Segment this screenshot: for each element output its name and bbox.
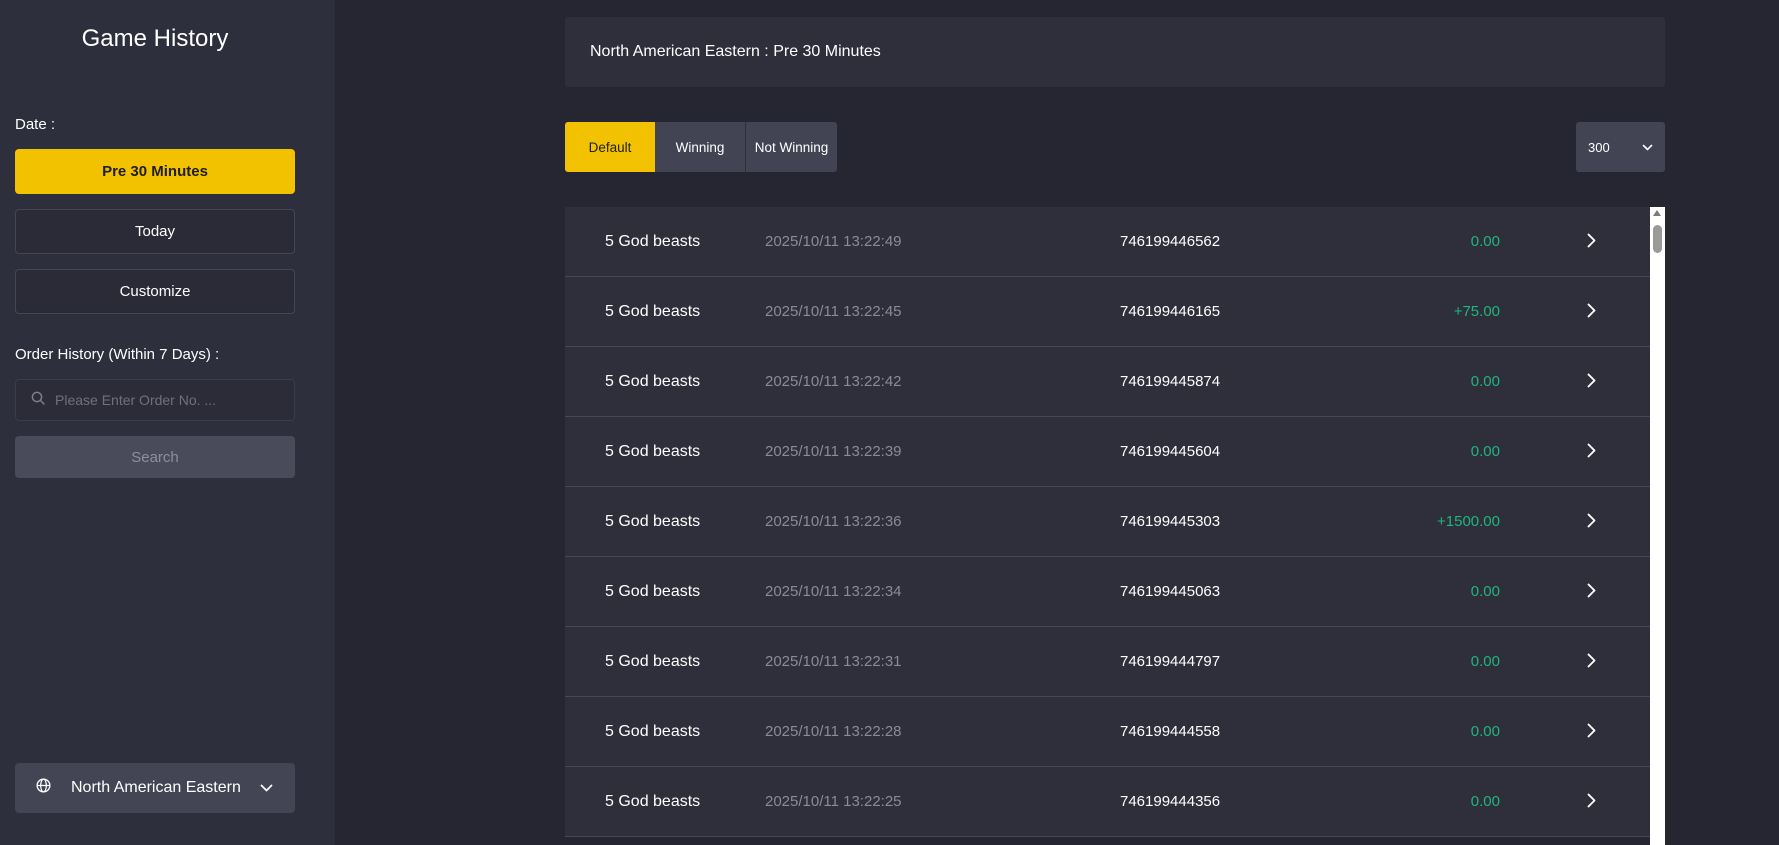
timezone-label: North American Eastern: [71, 779, 241, 796]
order-history-label: Order History (Within 7 Days) :: [15, 346, 220, 363]
win-amount: 0.00: [1470, 583, 1500, 600]
chevron-right-icon[interactable]: [1587, 513, 1596, 533]
order-number: 746199444797: [1120, 653, 1221, 670]
table-row[interactable]: 5 God beasts 2025/10/11 13:22:36 746199445…: [565, 487, 1650, 557]
search-icon: [31, 391, 45, 410]
date-label: Date :: [15, 116, 56, 133]
scroll-up-arrow-icon[interactable]: [1653, 210, 1661, 216]
game-name: 5 God beasts: [605, 303, 701, 320]
chevron-down-icon: [1642, 139, 1653, 154]
chevron-right-icon[interactable]: [1587, 373, 1596, 393]
order-number: 746199445063: [1120, 583, 1221, 600]
order-number: 746199446165: [1120, 303, 1221, 320]
result-filter-tabs: Default Winning Not Winning: [565, 122, 837, 172]
win-amount: 0.00: [1470, 653, 1500, 670]
bet-time: 2025/10/11 13:22:36: [765, 513, 902, 530]
bet-time: 2025/10/11 13:22:28: [765, 723, 902, 740]
game-name: 5 God beasts: [605, 373, 701, 390]
bet-time: 2025/10/11 13:22:49: [765, 233, 902, 250]
timezone-select[interactable]: North American Eastern: [15, 763, 295, 813]
table-row[interactable]: 5 God beasts 2025/10/11 13:22:42 746199445…: [565, 347, 1650, 417]
bet-time: 2025/10/11 13:22:42: [765, 373, 902, 390]
win-amount: 0.00: [1470, 373, 1500, 390]
bet-time: 2025/10/11 13:22:45: [765, 303, 902, 320]
order-number: 746199444558: [1120, 723, 1221, 740]
win-amount: 0.00: [1470, 233, 1500, 250]
chevron-right-icon[interactable]: [1587, 583, 1596, 603]
chevron-right-icon[interactable]: [1587, 303, 1596, 323]
chevron-right-icon[interactable]: [1587, 723, 1596, 743]
win-amount: +1500.00: [1437, 513, 1500, 530]
tab-default[interactable]: Default: [565, 122, 655, 172]
page-size-select[interactable]: 300: [1576, 122, 1665, 172]
order-search-input[interactable]: [55, 392, 294, 408]
chevron-right-icon[interactable]: [1587, 443, 1596, 463]
page-title: Game History: [81, 25, 229, 52]
timezone-range-banner: North American Eastern : Pre 30 Minutes: [565, 17, 1665, 87]
date-option-customize[interactable]: Customize: [15, 269, 295, 314]
sidebar: Game History Date : Pre 30 Minutes Today…: [0, 0, 335, 845]
tab-winning[interactable]: Winning: [655, 122, 746, 172]
win-amount: 0.00: [1470, 723, 1500, 740]
game-name: 5 God beasts: [605, 653, 701, 670]
bet-time: 2025/10/11 13:22:25: [765, 793, 902, 810]
page-size-value: 300: [1588, 139, 1610, 155]
order-number: 746199445874: [1120, 373, 1221, 390]
date-option-pre-30-minutes[interactable]: Pre 30 Minutes: [15, 149, 295, 194]
win-amount: 0.00: [1470, 443, 1500, 460]
date-option-today[interactable]: Today: [15, 209, 295, 254]
table-row[interactable]: 5 God beasts 2025/10/11 13:22:31 746199444…: [565, 627, 1650, 697]
bet-time: 2025/10/11 13:22:34: [765, 583, 902, 600]
win-amount: 0.00: [1470, 793, 1500, 810]
table-row[interactable]: 5 God beasts 2025/10/11 13:22:39 746199445…: [565, 417, 1650, 487]
chevron-right-icon[interactable]: [1587, 233, 1596, 253]
table-row[interactable]: 5 God beasts 2025/10/11 13:22:25 746199444…: [565, 767, 1650, 837]
game-name: 5 God beasts: [605, 513, 701, 530]
order-number: 746199444356: [1120, 793, 1221, 810]
order-number: 746199445604: [1120, 443, 1221, 460]
tab-not-winning[interactable]: Not Winning: [746, 122, 837, 172]
chevron-right-icon[interactable]: [1587, 653, 1596, 673]
chevron-right-icon[interactable]: [1587, 793, 1596, 813]
list-scrollbar[interactable]: [1650, 207, 1665, 845]
game-name: 5 God beasts: [605, 583, 701, 600]
bet-time: 2025/10/11 13:22:31: [765, 653, 902, 670]
order-number: 746199445303: [1120, 513, 1221, 530]
bet-time: 2025/10/11 13:22:39: [765, 443, 902, 460]
order-number: 746199446562: [1120, 233, 1221, 250]
order-search-field: [15, 379, 295, 421]
globe-icon: [36, 778, 51, 798]
game-record-list: 5 God beasts 2025/10/11 13:22:49 746199446…: [565, 207, 1650, 845]
table-row[interactable]: 5 God beasts 2025/10/11 13:22:28 746199444…: [565, 697, 1650, 767]
chevron-down-icon: [260, 779, 273, 797]
table-row[interactable]: 5 God beasts 2025/10/11 13:22:49 746199446…: [565, 207, 1650, 277]
win-amount: +75.00: [1453, 303, 1500, 320]
scroll-thumb[interactable]: [1653, 225, 1662, 253]
game-name: 5 God beasts: [605, 443, 701, 460]
game-name: 5 God beasts: [605, 233, 701, 250]
table-row[interactable]: 5 God beasts 2025/10/11 13:22:45 746199446…: [565, 277, 1650, 347]
table-row[interactable]: 5 God beasts 2025/10/11 13:22:34 746199445…: [565, 557, 1650, 627]
game-name: 5 God beasts: [605, 793, 701, 810]
search-button[interactable]: Search: [15, 436, 295, 478]
game-name: 5 God beasts: [605, 723, 701, 740]
